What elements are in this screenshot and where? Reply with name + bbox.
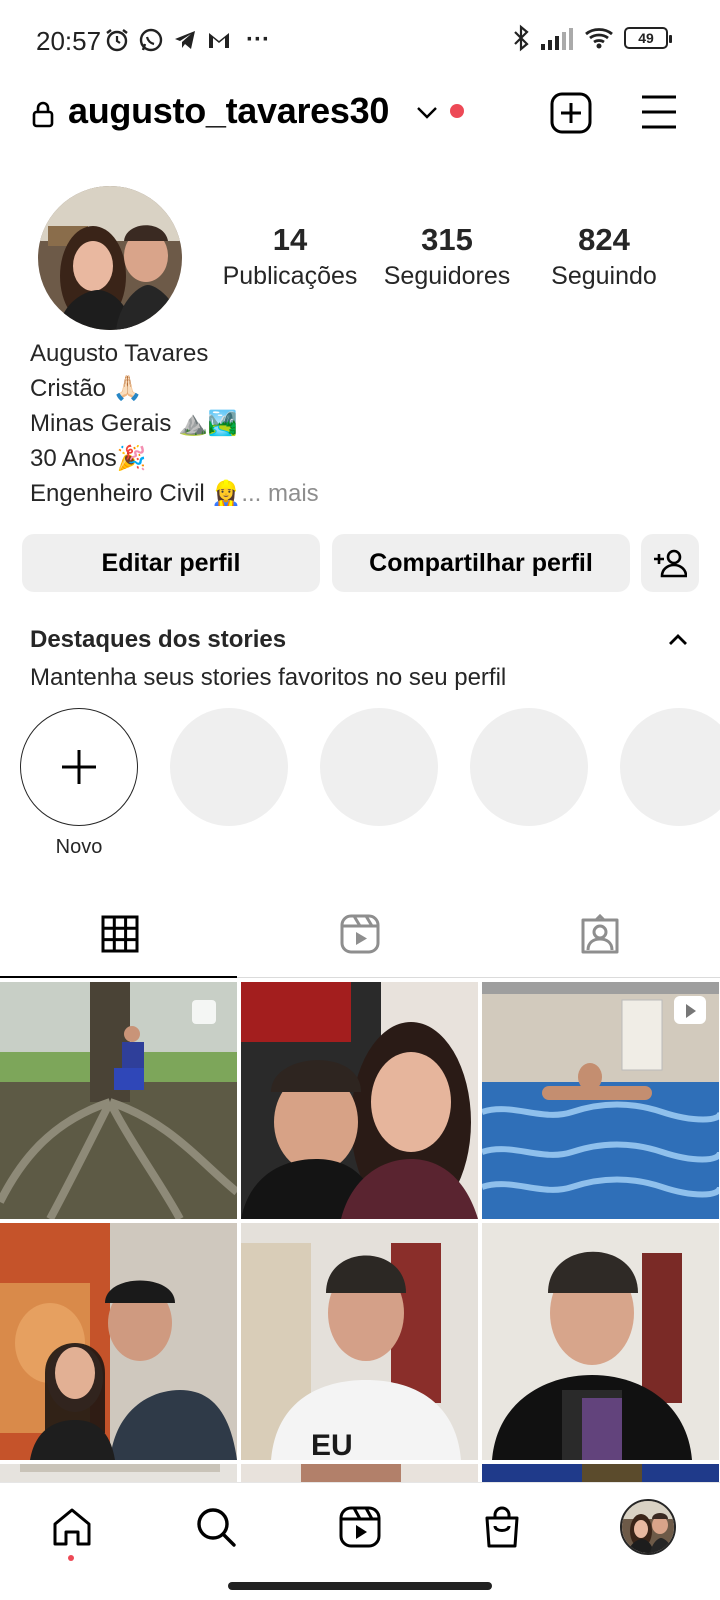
tagged-person-icon [581, 914, 619, 954]
svg-text:EU: EU [311, 1429, 353, 1460]
bio-line: Engenheiro Civil 👷‍♀️ [30, 480, 242, 507]
reels-icon [340, 914, 380, 954]
post-image [0, 982, 237, 1219]
new-highlight-button[interactable] [20, 708, 138, 826]
post-thumbnail[interactable] [241, 1464, 478, 1484]
status-bar: 20:57 ··· 49 [0, 0, 720, 80]
post-thumbnail[interactable] [482, 1223, 719, 1460]
reels-icon [339, 1506, 381, 1548]
bio-more-link[interactable]: ... mais [241, 480, 318, 507]
followers-count[interactable]: 315 Seguidores [372, 222, 522, 291]
chevron-up-icon[interactable] [668, 632, 688, 646]
profile-bio: Augusto Tavares Cristão 🙏🏻 Minas Gerais … [30, 336, 319, 511]
menu-icon[interactable] [640, 94, 678, 130]
nav-search[interactable] [192, 1503, 240, 1551]
telegram-icon [175, 31, 195, 49]
following-count-label: Seguindo [551, 262, 657, 290]
gmail-icon [209, 33, 229, 48]
status-system-icons: 49 [512, 24, 672, 52]
tab-reels[interactable] [240, 890, 480, 978]
tab-tagged[interactable] [480, 890, 720, 978]
post-image [241, 982, 478, 1219]
avatar-photo [38, 186, 182, 330]
followers-count-label: Seguidores [383, 262, 511, 290]
posts-count-value: 14 [272, 222, 308, 257]
post-image [0, 1223, 237, 1460]
new-highlight-label: Novo [55, 836, 103, 858]
post-thumbnail[interactable]: EU [241, 1223, 478, 1460]
edit-profile-button[interactable]: Editar perfil [22, 534, 320, 592]
signal-icon [541, 28, 573, 50]
post-image: EU [241, 1223, 478, 1460]
profile-header: augusto_tavares30 [0, 80, 720, 150]
nav-reels[interactable] [336, 1503, 384, 1551]
highlights-subtitle: Mantenha seus stories favoritos no seu p… [30, 664, 507, 691]
tab-posts-grid[interactable] [0, 890, 240, 978]
share-profile-button[interactable]: Compartilhar perfil [332, 534, 630, 592]
post-thumbnail[interactable] [241, 982, 478, 1219]
chevron-down-icon[interactable] [416, 106, 438, 120]
alarm-icon [106, 29, 128, 52]
status-time: 20:57 [36, 26, 102, 56]
nav-home[interactable] [48, 1503, 96, 1551]
create-post-icon[interactable] [550, 92, 592, 134]
post-thumbnail[interactable] [0, 982, 237, 1219]
grid-icon [101, 915, 139, 953]
highlight-placeholder [320, 708, 438, 826]
profile-stats: 14 Publicações 315 Seguidores 824 Seguin… [215, 222, 685, 302]
plus-icon [62, 750, 96, 784]
posts-count[interactable]: 14 Publicações [215, 222, 365, 291]
home-indicator-bar[interactable] [228, 1582, 492, 1590]
discover-people-button[interactable] [641, 534, 699, 592]
whatsapp-icon [139, 28, 163, 52]
bluetooth-icon [514, 24, 529, 52]
more-notifications-icon: ··· [246, 26, 270, 53]
bottom-navigation [0, 1482, 720, 1568]
home-notification-dot [68, 1555, 74, 1561]
bio-line: 30 Anos🎉 [30, 445, 147, 472]
avatar-photo [622, 1501, 674, 1553]
post-thumbnail[interactable] [0, 1464, 237, 1484]
nav-profile-avatar[interactable] [620, 1499, 676, 1555]
posts-count-label: Publicações [222, 262, 358, 290]
active-tab-indicator [0, 976, 237, 978]
profile-avatar[interactable] [38, 186, 182, 330]
post-thumbnail[interactable] [482, 982, 719, 1219]
post-thumbnail[interactable] [482, 1464, 719, 1484]
post-image [482, 1464, 719, 1484]
wifi-icon [585, 28, 613, 49]
search-icon [197, 1508, 236, 1547]
profile-tabs [0, 890, 720, 978]
followers-count-value: 315 [421, 222, 473, 257]
shopping-bag-icon [485, 1506, 519, 1548]
highlight-placeholder [620, 708, 720, 826]
username-switcher[interactable]: augusto_tavares30 [68, 90, 389, 132]
post-image [0, 1464, 237, 1484]
post-image [482, 982, 719, 1219]
profile-name: Augusto Tavares [30, 340, 209, 367]
highlights-title: Destaques dos stories [30, 626, 287, 653]
lock-icon [32, 101, 54, 128]
highlight-placeholder [170, 708, 288, 826]
bio-line-last: Engenheiro Civil 👷‍♀️... mais [30, 476, 319, 511]
notification-dot [450, 104, 464, 118]
post-image [482, 1223, 719, 1460]
following-count[interactable]: 824 Seguindo [529, 222, 679, 291]
post-thumbnail[interactable] [0, 1223, 237, 1460]
post-image [241, 1464, 478, 1484]
battery-indicator: 49 [624, 27, 672, 49]
status-notification-icons: ··· [104, 26, 270, 54]
home-icon [53, 1508, 91, 1546]
add-person-icon [654, 549, 687, 578]
nav-shop[interactable] [478, 1503, 526, 1551]
bio-line: Minas Gerais ⛰️🏞️ [30, 410, 238, 437]
highlight-placeholder [470, 708, 588, 826]
bio-line: Cristão 🙏🏻 [30, 375, 143, 402]
following-count-value: 824 [578, 222, 630, 257]
